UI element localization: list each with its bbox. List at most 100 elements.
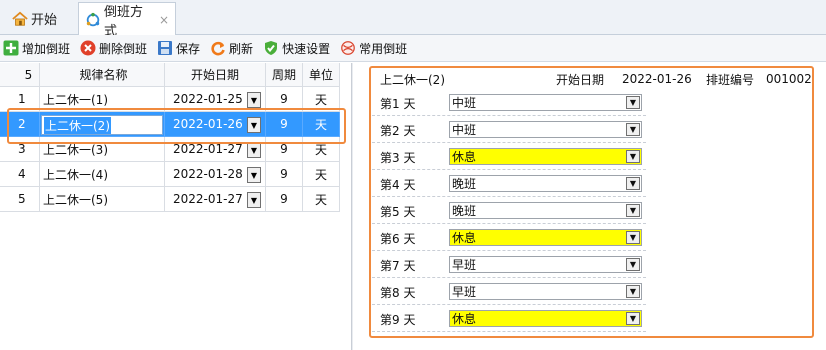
start-date-value: 2022-01-27 [173,142,243,156]
day-label: 第5 天 [380,205,416,219]
shift-rule-grid: 5 规律名称 开始日期 周期 单位 1 上二休一(1) 2022-01-25 ▼ … [0,63,352,350]
day-label: 第1 天 [380,97,416,111]
shift-select-value: 休息 [452,231,477,245]
row-number: 4 [0,162,40,187]
shift-select[interactable]: 晚班 ▼ [449,175,642,192]
plus-icon [3,40,19,56]
unit-cell[interactable]: 天 [303,162,340,187]
chevron-down-icon[interactable]: ▼ [626,96,640,109]
grid-header: 5 规律名称 开始日期 周期 单位 [0,63,340,88]
start-date-label: 开始日期 [556,72,605,87]
add-shift-label: 增加倒班 [22,41,71,56]
day-label: 第8 天 [380,286,416,300]
start-date-value: 2022-01-26 [622,72,692,86]
add-shift-button[interactable]: 增加倒班 [0,37,73,59]
day-label: 第2 天 [380,124,416,138]
close-icon[interactable]: × [159,13,169,27]
chevron-down-icon[interactable]: ▼ [626,177,640,190]
day-label: 第4 天 [380,178,416,192]
table-row[interactable]: 5 上二休一(5) 2022-01-27 ▼ 9 天 [0,187,340,212]
day-row: 第5 天 晚班 ▼ [372,197,646,224]
chevron-down-icon[interactable]: ▼ [247,142,261,158]
rule-name-cell[interactable]: 上二休一(5) [40,187,165,212]
row-number: 5 [0,187,40,212]
start-date-value: 2022-01-27 [173,192,243,206]
refresh-button[interactable]: 刷新 [207,37,256,59]
chevron-down-icon[interactable]: ▼ [626,312,640,325]
shift-select[interactable]: 早班 ▼ [449,283,642,300]
chevron-down-icon[interactable]: ▼ [626,258,640,271]
shift-select-value: 晚班 [452,204,477,218]
col-period[interactable]: 周期 [266,63,303,87]
day-label: 第9 天 [380,313,416,327]
rule-name-cell[interactable]: 上二休一(4) [40,162,165,187]
shift-select[interactable]: 休息 ▼ [449,310,642,327]
day-row: 第3 天 休息 ▼ [372,143,646,170]
detail-header: 上二休一(2) 开始日期 2022-01-26 排班编号 001002 [380,69,814,89]
check-shield-icon [263,40,279,56]
shift-select-value: 早班 [452,285,477,299]
row-count: 5 [0,63,40,87]
day-label: 第3 天 [380,151,416,165]
shift-select-value: 中班 [452,96,477,110]
tab-home-label: 开始 [31,13,58,28]
chevron-down-icon[interactable]: ▼ [626,285,640,298]
chevron-down-icon[interactable]: ▼ [626,231,640,244]
chevron-down-icon[interactable]: ▼ [247,192,261,208]
refresh-icon [210,40,226,56]
period-cell[interactable]: 9 [266,187,303,212]
shift-select[interactable]: 晚班 ▼ [449,202,642,219]
chevron-down-icon[interactable]: ▼ [626,123,640,136]
start-date-value: 2022-01-25 [173,92,243,106]
shift-select[interactable]: 中班 ▼ [449,94,642,111]
quick-settings-label: 快速设置 [282,41,331,56]
start-date-cell[interactable]: 2022-01-28 ▼ [165,162,266,187]
shift-select[interactable]: 中班 ▼ [449,121,642,138]
day-label: 第7 天 [380,259,416,273]
unit-cell[interactable]: 天 [303,187,340,212]
shift-template-icon [340,40,356,56]
tab-home[interactable]: 开始 [6,2,68,35]
common-shifts-button[interactable]: 常用倒班 [337,37,410,59]
delete-shift-label: 删除倒班 [99,41,148,56]
tab-shift-mode-label: 倒班方式 [104,4,144,39]
shift-code-label: 排班编号 [706,72,755,87]
day-row: 第2 天 中班 ▼ [372,116,646,143]
col-unit[interactable]: 单位 [303,63,340,87]
shift-select-value: 晚班 [452,177,477,191]
start-date-cell[interactable]: 2022-01-27 ▼ [165,187,266,212]
period-cell[interactable]: 9 [266,162,303,187]
save-button[interactable]: 保存 [154,37,203,59]
chevron-down-icon[interactable]: ▼ [626,150,640,163]
shift-select[interactable]: 早班 ▼ [449,256,642,273]
day-row: 第4 天 晚班 ▼ [372,170,646,197]
delete-shift-button[interactable]: 删除倒班 [77,37,150,59]
chevron-down-icon[interactable]: ▼ [247,167,261,183]
quick-settings-button[interactable]: 快速设置 [260,37,333,59]
tab-shift-mode[interactable]: 倒班方式 × [78,2,176,39]
chevron-down-icon[interactable]: ▼ [626,204,640,217]
detail-rule-name: 上二休一(2) [380,72,445,87]
shift-select[interactable]: 休息 ▼ [449,229,642,246]
refresh-label: 刷新 [229,41,254,56]
shift-select-value: 中班 [452,123,477,137]
row-highlight-box [7,108,346,144]
day-row: 第6 天 休息 ▼ [372,224,646,251]
shift-select-value: 休息 [452,312,477,326]
toolbar: 增加倒班 删除倒班 保存 刷新 快速设置 常用倒班 [0,35,826,62]
shift-select[interactable]: 休息 ▼ [449,148,642,165]
table-row[interactable]: 4 上二休一(4) 2022-01-28 ▼ 9 天 [0,162,340,187]
save-icon [157,40,173,56]
day-row: 第7 天 早班 ▼ [372,251,646,278]
shift-select-value: 早班 [452,258,477,272]
shift-code-value: 001002 [766,72,812,86]
home-icon [12,11,28,27]
delete-icon [80,40,96,56]
col-start-date[interactable]: 开始日期 [165,63,266,87]
tab-bar: 开始 倒班方式 × [0,0,826,39]
col-rule-name[interactable]: 规律名称 [40,63,165,87]
shift-cycle-icon [85,12,101,28]
chevron-down-icon[interactable]: ▼ [247,92,261,108]
shift-select-value: 休息 [452,150,477,164]
day-label: 第6 天 [380,232,416,246]
